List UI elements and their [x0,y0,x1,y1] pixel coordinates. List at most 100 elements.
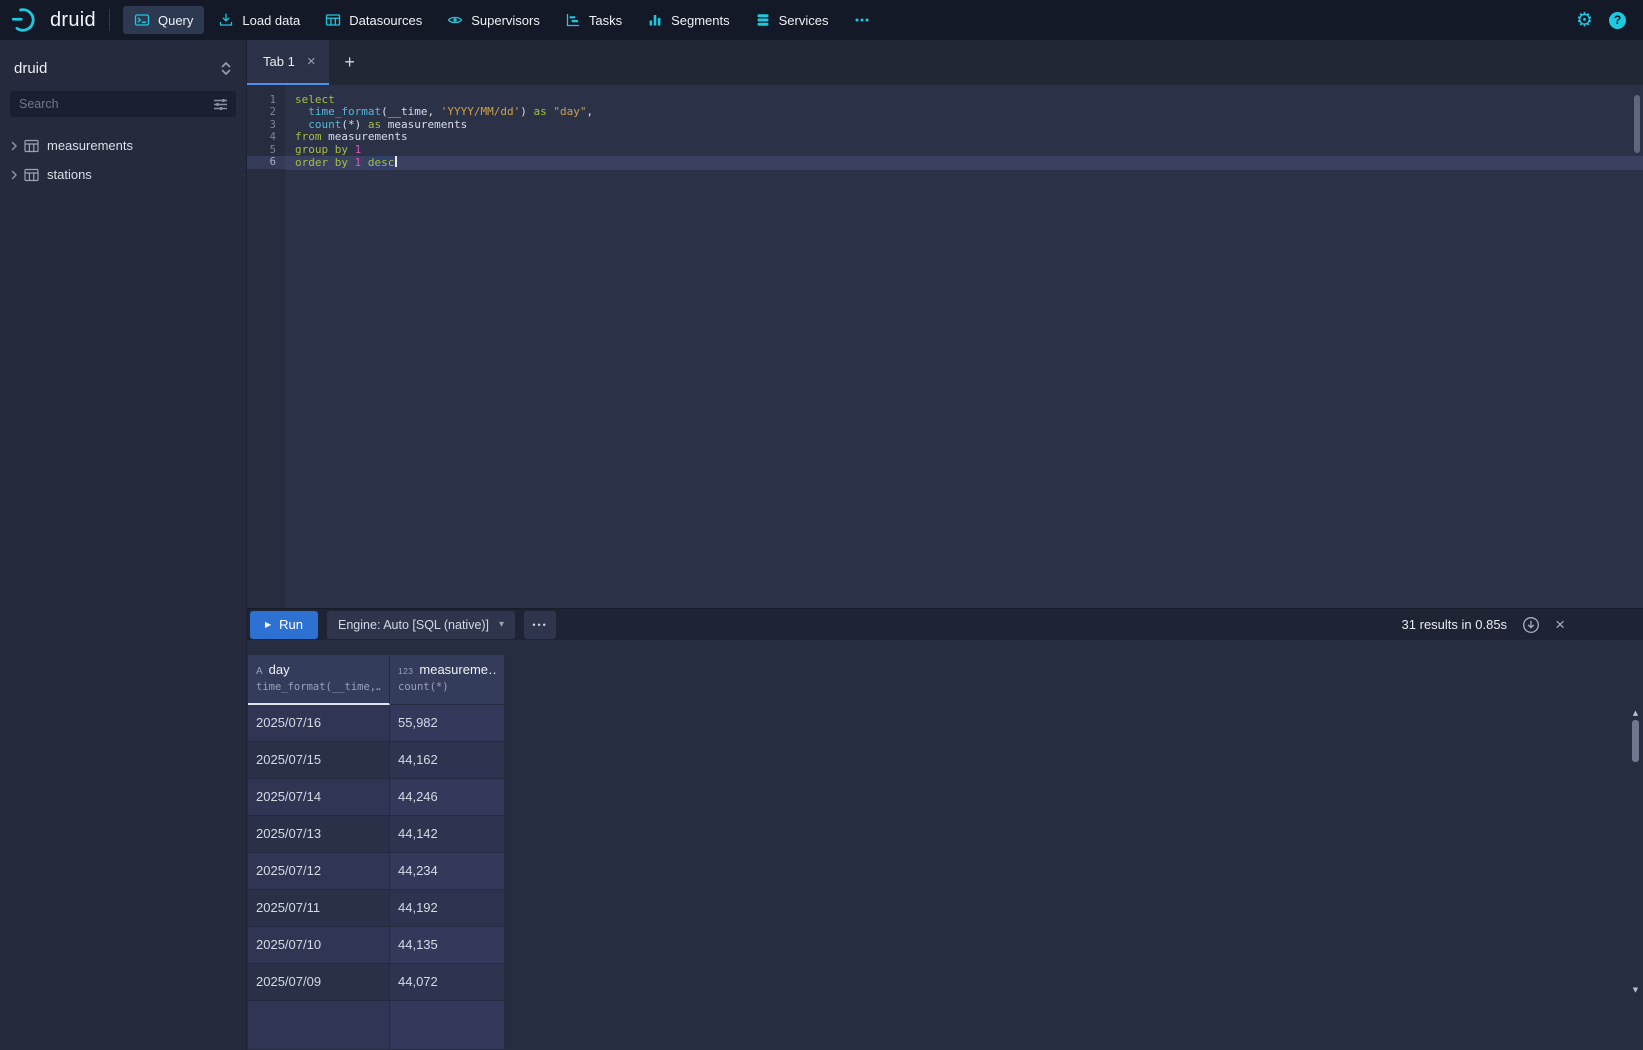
cell-day[interactable]: 2025/07/12 [248,853,390,890]
filter-icon[interactable] [213,98,228,111]
engine-select-button[interactable]: Engine: Auto [SQL (native)] ▾ [327,611,515,639]
schema-sidebar: druid measurements stations [0,40,247,1050]
brand[interactable]: druid [12,7,96,33]
run-button[interactable]: ▶ Run [250,611,318,639]
run-bar: ▶ Run Engine: Auto [SQL (native)] ▾ ••• … [247,608,1643,640]
nav-supervisors-label: Supervisors [471,13,540,28]
cell-day[interactable]: 2025/07/11 [248,890,390,927]
nav-datasources[interactable]: Datasources [314,6,433,34]
tree-item-label: measurements [47,138,133,153]
topbar-divider [109,9,110,31]
tree-item-label: stations [47,167,92,182]
schema-header: druid [0,40,246,91]
query-more-button[interactable]: ••• [524,611,556,639]
nav-more[interactable] [843,6,881,34]
nav-segments[interactable]: Segments [636,6,741,34]
services-stack-icon [755,12,771,28]
table-row: 2025/07/1544,162 [248,742,505,779]
nav-services-label: Services [779,13,829,28]
run-button-label: Run [279,617,303,632]
cell-day[interactable]: 2025/07/16 [248,705,390,742]
cell-measurements[interactable]: 44,234 [390,853,505,890]
sql-token: 'YYYY/MM/dd' [441,105,520,118]
cell-measurements[interactable]: 44,192 [390,890,505,927]
tasks-gantt-icon [565,12,581,28]
code-area[interactable]: select time_format(__time, 'YYYY/MM/dd')… [285,85,1643,608]
main-nav: Query Load data Datasources Supervisors … [123,6,881,34]
nav-datasources-label: Datasources [349,13,422,28]
play-icon: ▶ [265,621,271,629]
double-caret-vertical-icon[interactable] [220,61,232,76]
cell-measurements[interactable]: 44,246 [390,779,505,816]
sql-token: time_format [308,105,381,118]
line-number: 3 [247,119,285,131]
chevron-right-icon [9,169,19,181]
column-header-measurements[interactable]: 123measureme… count(*) [390,655,505,705]
editor-gutter: 1 2 3 4 5 6 [247,85,285,608]
settings-gear-icon[interactable]: ⚙ [1576,11,1593,30]
close-results-icon[interactable]: × [1555,616,1565,633]
code-line-4: from measurements [285,131,1643,143]
nav-query[interactable]: Query [123,6,204,34]
result-status-text: 31 results in 0.85s [1402,617,1508,632]
sql-token [348,156,355,169]
tab-label: Tab 1 [263,54,295,69]
tree-item-measurements[interactable]: measurements [0,131,246,160]
help-icon[interactable]: ? [1609,12,1626,29]
results-scrollbar[interactable]: ▲ ▼ [1630,708,1641,995]
search-input[interactable] [10,97,236,111]
scroll-down-icon[interactable]: ▼ [1633,985,1638,995]
line-number: 4 [247,131,285,143]
cell-measurements[interactable]: 55,982 [390,705,505,742]
tab-bar: Tab 1 × + [247,40,1643,85]
column-header-day[interactable]: Aday time_format(__time,… [248,655,390,705]
table-header-row: Aday time_format(__time,… 123measureme… … [248,655,505,705]
cell-measurements[interactable]: 44,142 [390,816,505,853]
chevron-right-icon [9,140,19,152]
sql-token: as [368,118,381,131]
code-line-2: time_format(__time, 'YYYY/MM/dd') as "da… [285,106,1643,118]
sql-token: ( [381,105,388,118]
cell-measurements[interactable]: 44,162 [390,742,505,779]
results-panel: Aday time_format(__time,… 123measureme… … [247,640,1643,1050]
tab-1[interactable]: Tab 1 × [247,40,329,85]
table-row-partial [248,1001,505,1049]
cell-day[interactable]: 2025/07/13 [248,816,390,853]
tree-item-stations[interactable]: stations [0,160,246,189]
sql-token: __time [388,105,428,118]
tab-close-icon[interactable]: × [307,54,316,69]
cell-measurements [390,1001,505,1049]
more-icon [854,12,870,28]
table-icon [24,168,39,182]
caret-down-icon: ▾ [499,620,504,630]
download-icon[interactable] [1522,616,1540,634]
sql-token: group by [295,143,348,156]
cell-day[interactable]: 2025/07/10 [248,927,390,964]
nav-services[interactable]: Services [744,6,840,34]
scrollbar-thumb[interactable] [1632,720,1639,762]
sql-token: desc [368,156,395,169]
code-line-6-active: order by 1 desc [285,156,1643,169]
cell-day[interactable]: 2025/07/14 [248,779,390,816]
column-name: measureme… [419,662,496,677]
nav-load-data[interactable]: Load data [207,6,311,34]
add-tab-button[interactable]: + [329,40,371,85]
schema-title: druid [14,60,47,77]
nav-load-data-label: Load data [242,13,300,28]
cell-measurements[interactable]: 44,135 [390,927,505,964]
nav-supervisors[interactable]: Supervisors [436,6,551,34]
cell-day[interactable]: 2025/07/09 [248,964,390,1001]
cell-day[interactable]: 2025/07/15 [248,742,390,779]
line-number-active: 6 [247,156,285,168]
brand-name: druid [50,9,96,32]
column-name: day [269,662,290,677]
code-line-5: group by 1 [285,144,1643,156]
editor-scrollbar-thumb[interactable] [1634,95,1640,153]
cell-measurements[interactable]: 44,072 [390,964,505,1001]
table-icon [24,139,39,153]
sql-token: "day" [553,105,586,118]
druid-logo-icon [12,7,42,33]
nav-tasks[interactable]: Tasks [554,6,633,34]
scroll-up-icon[interactable]: ▲ [1633,708,1638,718]
datasource-tree: measurements stations [0,131,246,189]
